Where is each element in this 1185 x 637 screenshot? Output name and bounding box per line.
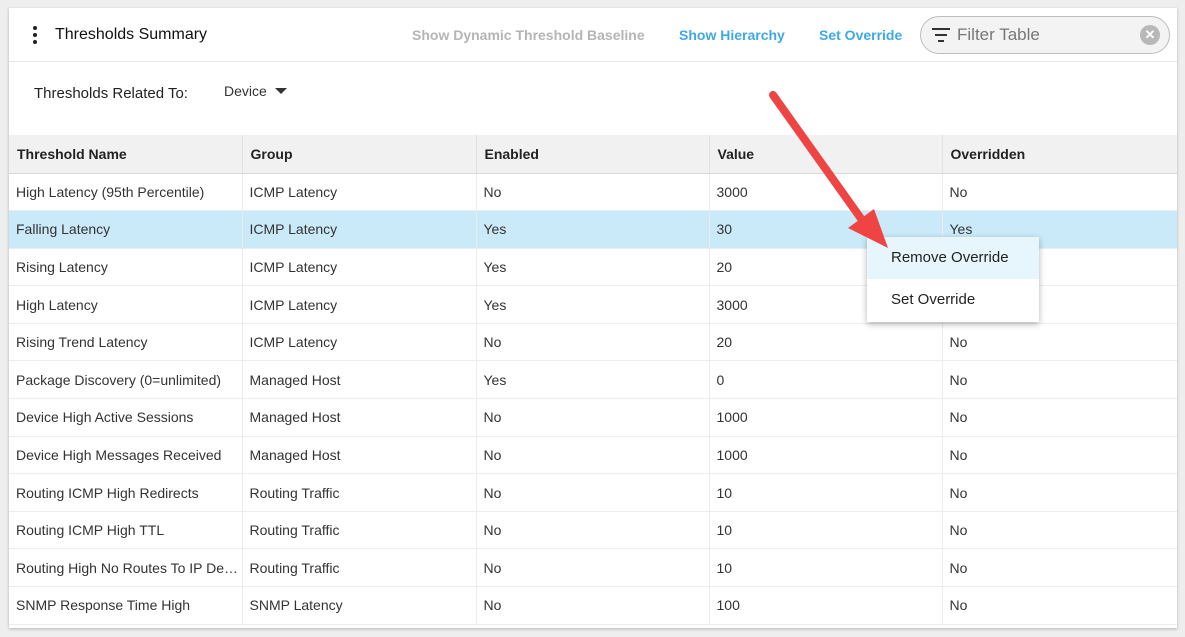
cell-value: 0 — [709, 360, 943, 400]
thresholds-table: Threshold Name Group Enabled Value Overr… — [9, 135, 1177, 625]
cell-value: 1000 — [709, 436, 943, 475]
cell-group: Routing Traffic — [242, 511, 477, 550]
cell-threshold-name: Routing High No Routes To IP Destination — [9, 548, 243, 588]
cell-overridden: No — [942, 511, 1177, 550]
cell-group: Managed Host — [242, 436, 477, 475]
table-row[interactable]: Device High Messages Received Managed Hos… — [9, 436, 1177, 475]
thresholds-related-to-dropdown[interactable]: Device — [224, 83, 287, 99]
cell-group: Managed Host — [242, 360, 477, 400]
cell-value: 3000 — [709, 173, 943, 212]
set-override-button[interactable]: Set Override — [819, 27, 902, 43]
cell-group: Routing Traffic — [242, 548, 477, 588]
cell-group: ICMP Latency — [242, 285, 477, 324]
table-row[interactable]: Device High Active Sessions Managed Host N… — [9, 398, 1177, 437]
clear-icon[interactable]: ✕ — [1140, 25, 1160, 45]
cell-overridden: No — [942, 548, 1177, 588]
table-row[interactable]: SNMP Response Time High SNMP Latency No 100… — [9, 586, 1177, 625]
cell-value: 10 — [709, 511, 943, 550]
set-override-menu-item[interactable]: Set Override — [867, 279, 1039, 321]
table-row[interactable]: High Latency (95th Percentile) ICMP Laten… — [9, 173, 1177, 212]
filter-icon — [932, 28, 950, 42]
thresholds-related-to-label: Thresholds Related To: — [34, 85, 188, 102]
cell-enabled: No — [476, 323, 710, 362]
cell-threshold-name: SNMP Response Time High — [9, 586, 243, 625]
cell-overridden: No — [942, 586, 1177, 625]
cell-enabled: No — [476, 398, 710, 437]
cell-value: 20 — [709, 323, 943, 362]
cell-group: ICMP Latency — [242, 173, 477, 212]
cell-threshold-name: Package Discovery (0=unlimited) — [9, 360, 243, 400]
remove-override-menu-item[interactable]: Remove Override — [867, 237, 1039, 279]
column-header-overridden[interactable]: Overridden — [942, 135, 1177, 174]
table-row[interactable]: Routing ICMP High Redirects Routing Traff… — [9, 473, 1177, 512]
cell-enabled: No — [476, 548, 710, 588]
cell-overridden: No — [942, 398, 1177, 437]
cell-threshold-name: High Latency (95th Percentile) — [9, 173, 243, 212]
cell-threshold-name: Falling Latency — [9, 210, 243, 249]
column-header-value[interactable]: Value — [709, 135, 943, 174]
cell-enabled: No — [476, 511, 710, 550]
cell-group: ICMP Latency — [242, 210, 477, 249]
caret-down-icon — [274, 88, 287, 94]
cell-group: Managed Host — [242, 398, 477, 437]
cell-threshold-name: Device High Active Sessions — [9, 398, 243, 437]
cell-group: ICMP Latency — [242, 248, 477, 287]
table-header-row: Threshold Name Group Enabled Value Overr… — [9, 135, 1177, 174]
column-header-enabled[interactable]: Enabled — [476, 135, 710, 174]
cell-enabled: Yes — [476, 248, 710, 287]
cell-enabled: No — [476, 173, 710, 212]
cell-group: ICMP Latency — [242, 323, 477, 362]
panel-title: Thresholds Summary — [55, 26, 208, 43]
column-header-threshold-name[interactable]: Threshold Name — [9, 135, 243, 174]
cell-overridden: No — [942, 436, 1177, 475]
show-hierarchy-button[interactable]: Show Hierarchy — [679, 27, 785, 43]
cell-threshold-name: Routing ICMP High Redirects — [9, 473, 243, 512]
cell-overridden: No — [942, 360, 1177, 400]
panel-header: Thresholds Summary Show Dynamic Threshol… — [9, 8, 1177, 62]
filter-table-box: ✕ — [920, 16, 1170, 54]
column-header-group[interactable]: Group — [242, 135, 477, 174]
cell-enabled: No — [476, 586, 710, 625]
cell-value: 10 — [709, 548, 943, 588]
cell-value: 1000 — [709, 398, 943, 437]
cell-enabled: Yes — [476, 360, 710, 400]
cell-value: 10 — [709, 473, 943, 512]
cell-enabled: Yes — [476, 210, 710, 249]
cell-group: SNMP Latency — [242, 586, 477, 625]
table-row[interactable]: Package Discovery (0=unlimited) Managed H… — [9, 360, 1177, 400]
cell-threshold-name: Device High Messages Received — [9, 436, 243, 475]
table-row[interactable]: Routing High No Routes To IP Destination… — [9, 548, 1177, 588]
context-menu: Remove Override Set Override — [867, 237, 1039, 322]
cell-overridden: No — [942, 173, 1177, 212]
show-dynamic-threshold-baseline-button[interactable]: Show Dynamic Threshold Baseline — [412, 27, 645, 43]
cell-threshold-name: Rising Trend Latency — [9, 323, 243, 362]
table-row[interactable]: Rising Trend Latency ICMP Latency No 20 No — [9, 323, 1177, 362]
filter-table-input[interactable] — [957, 23, 1132, 47]
cell-enabled: No — [476, 473, 710, 512]
cell-enabled: Yes — [476, 285, 710, 324]
cell-overridden: No — [942, 473, 1177, 512]
cell-group: Routing Traffic — [242, 473, 477, 512]
cell-threshold-name: High Latency — [9, 285, 243, 324]
cell-threshold-name: Routing ICMP High TTL — [9, 511, 243, 550]
related-selected-value: Device — [224, 83, 267, 99]
table-row[interactable]: Routing ICMP High TTL Routing Traffic No 10… — [9, 511, 1177, 550]
cell-overridden: No — [942, 323, 1177, 362]
cell-enabled: No — [476, 436, 710, 475]
cell-value: 100 — [709, 586, 943, 625]
more-vert-icon[interactable] — [29, 26, 41, 46]
cell-threshold-name: Rising Latency — [9, 248, 243, 287]
